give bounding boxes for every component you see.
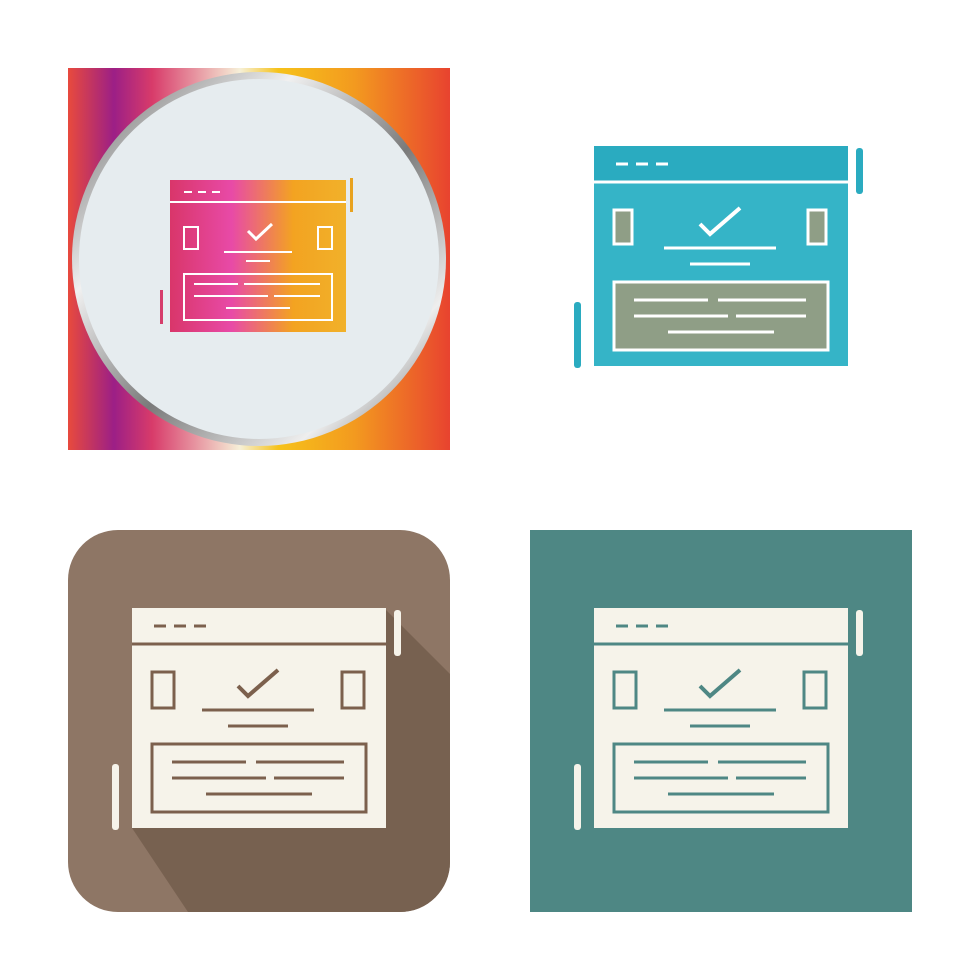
teal-icon-tile xyxy=(530,530,912,912)
page-glyph xyxy=(160,178,353,332)
webpage-verified-icon xyxy=(530,530,912,912)
gradient-icon-tile xyxy=(68,68,450,450)
brown-icon-tile xyxy=(68,530,450,912)
webpage-verified-icon xyxy=(574,146,863,368)
webpage-verified-icon xyxy=(68,68,450,450)
webpage-verified-icon xyxy=(68,530,450,912)
flat-icon-tile xyxy=(530,68,912,450)
